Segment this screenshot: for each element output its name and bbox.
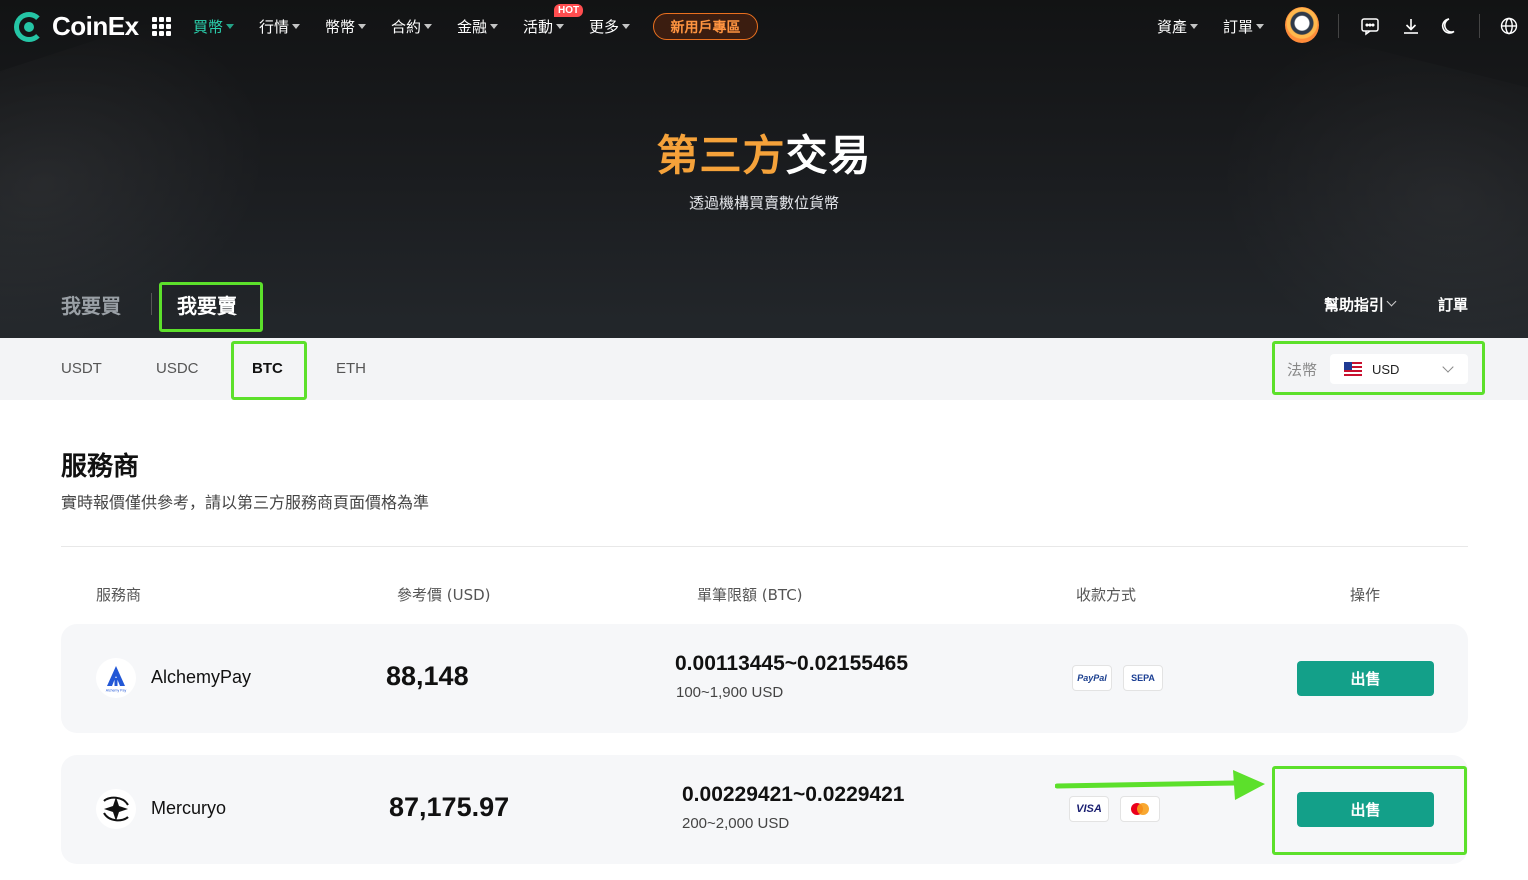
column-header-provider: 服務商 — [96, 586, 142, 604]
column-header-payment: 收款方式 — [1076, 586, 1137, 604]
section-title: 服務商 — [61, 452, 140, 482]
nav-finance[interactable]: 金融 — [457, 16, 499, 37]
nav-divider — [1338, 14, 1339, 38]
coin-tab-eth[interactable]: ETH — [336, 360, 366, 377]
nav-item-label: 金融 — [457, 18, 488, 36]
paypal-icon: PayPal — [1072, 665, 1112, 691]
hot-badge: HOT — [554, 4, 584, 17]
hero-title: 第三方交易 — [0, 122, 1528, 183]
sepa-icon: SEPA — [1123, 665, 1163, 691]
section-note: 實時報價僅供參考，請以第三方服務商頁面價格為準 — [61, 493, 430, 512]
user-avatar[interactable] — [1285, 7, 1319, 43]
help-guide-label: 幫助指引 — [1324, 296, 1385, 314]
caret-down-icon — [556, 24, 565, 29]
caret-down-icon — [622, 24, 631, 29]
column-header-action: 操作 — [1350, 586, 1381, 604]
sell-button-highlight — [1272, 766, 1467, 855]
alchemypay-logo-icon: Alchemy Pay — [96, 658, 136, 698]
caret-down-icon — [1190, 24, 1199, 29]
nav-divider — [1479, 14, 1480, 38]
annotation-arrow-icon — [1055, 770, 1265, 800]
alchemypay-logo-text: Alchemy Pay — [106, 689, 127, 693]
new-user-zone-button[interactable]: 新用戶專區 — [653, 13, 758, 40]
nav-orders[interactable]: 訂單 — [1223, 16, 1265, 37]
help-guide-link[interactable]: 幫助指引 — [1324, 294, 1397, 315]
chevron-down-icon — [1386, 296, 1397, 307]
globe-icon[interactable] — [1499, 16, 1519, 36]
payment-label: SEPA — [1131, 673, 1155, 683]
download-icon[interactable] — [1401, 16, 1421, 36]
nav-item-label: 買幣 — [193, 18, 224, 36]
btc-tab-highlight — [231, 341, 307, 400]
chat-icon[interactable] — [1360, 16, 1380, 36]
nav-item-label: 合約 — [391, 18, 422, 36]
nav-assets[interactable]: 資產 — [1157, 16, 1199, 37]
grid-icon[interactable] — [152, 17, 171, 36]
hero-title-rest: 交易 — [785, 131, 872, 180]
caret-down-icon — [292, 24, 301, 29]
moon-icon[interactable] — [1440, 16, 1460, 36]
btc-limit-range: 0.00229421~0.0229421 — [682, 783, 905, 806]
caret-down-icon — [1256, 24, 1265, 29]
btc-limit-range: 0.00113445~0.02155465 — [675, 652, 908, 675]
fiat-limit-range: 200~2,000 USD — [682, 815, 790, 832]
reference-price: 87,175.97 — [389, 792, 510, 822]
nav-spot[interactable]: 幣幣 — [325, 16, 367, 37]
provider-name: Mercuryo — [151, 798, 227, 818]
sell-tab-highlight — [159, 282, 263, 332]
nav-item-label: 更多 — [589, 18, 620, 36]
reference-price: 88,148 — [386, 661, 469, 691]
nav-futures[interactable]: 合約 — [391, 16, 433, 37]
coin-tab-usdt[interactable]: USDT — [61, 360, 102, 377]
mercuryo-logo-icon — [96, 789, 136, 829]
payment-label: PayPal — [1077, 673, 1107, 683]
fiat-select-highlight — [1272, 341, 1485, 395]
coin-tab-usdc[interactable]: USDC — [156, 360, 199, 377]
nav-item-label: 訂單 — [1223, 18, 1254, 36]
coinex-logo-icon — [14, 11, 44, 42]
orders-link[interactable]: 訂單 — [1438, 294, 1468, 315]
provider-name: AlchemyPay — [151, 667, 252, 687]
nav-item-label: 行情 — [259, 18, 290, 36]
mode-tab-divider — [151, 293, 152, 315]
column-header-price: 參考價 (USD) — [397, 586, 491, 604]
tab-buy[interactable]: 我要買 — [61, 290, 121, 319]
caret-down-icon — [358, 24, 367, 29]
coinex-logo[interactable]: CoinEx — [14, 11, 139, 42]
nav-item-label: 幣幣 — [325, 18, 356, 36]
nav-item-label: 資產 — [1157, 18, 1188, 36]
hero-title-highlight: 第三方 — [656, 131, 786, 180]
caret-down-icon — [226, 24, 235, 29]
nav-buy-crypto[interactable]: 買幣 — [193, 16, 235, 37]
sell-button[interactable]: 出售 — [1297, 661, 1434, 696]
caret-down-icon — [490, 24, 499, 29]
divider — [61, 546, 1468, 547]
nav-markets[interactable]: 行情 — [259, 16, 301, 37]
top-navigation: CoinEx 買幣 行情 幣幣 合約 金融 活動 HOT 更多 新用戶專區 資產… — [0, 0, 1528, 52]
nav-item-label: 活動 — [523, 18, 554, 36]
column-header-limit: 單筆限額 (BTC) — [697, 586, 803, 604]
brand-name: CoinEx — [52, 11, 139, 41]
caret-down-icon — [424, 24, 433, 29]
hero-subtitle: 透過機構買賣數位貨幣 — [688, 194, 839, 212]
nav-activities[interactable]: 活動 — [523, 16, 565, 37]
provider-row-alchemypay: Alchemy Pay AlchemyPay 88,148 0.00113445… — [61, 624, 1468, 733]
nav-more[interactable]: 更多 — [589, 16, 631, 37]
fiat-limit-range: 100~1,900 USD — [676, 684, 784, 701]
